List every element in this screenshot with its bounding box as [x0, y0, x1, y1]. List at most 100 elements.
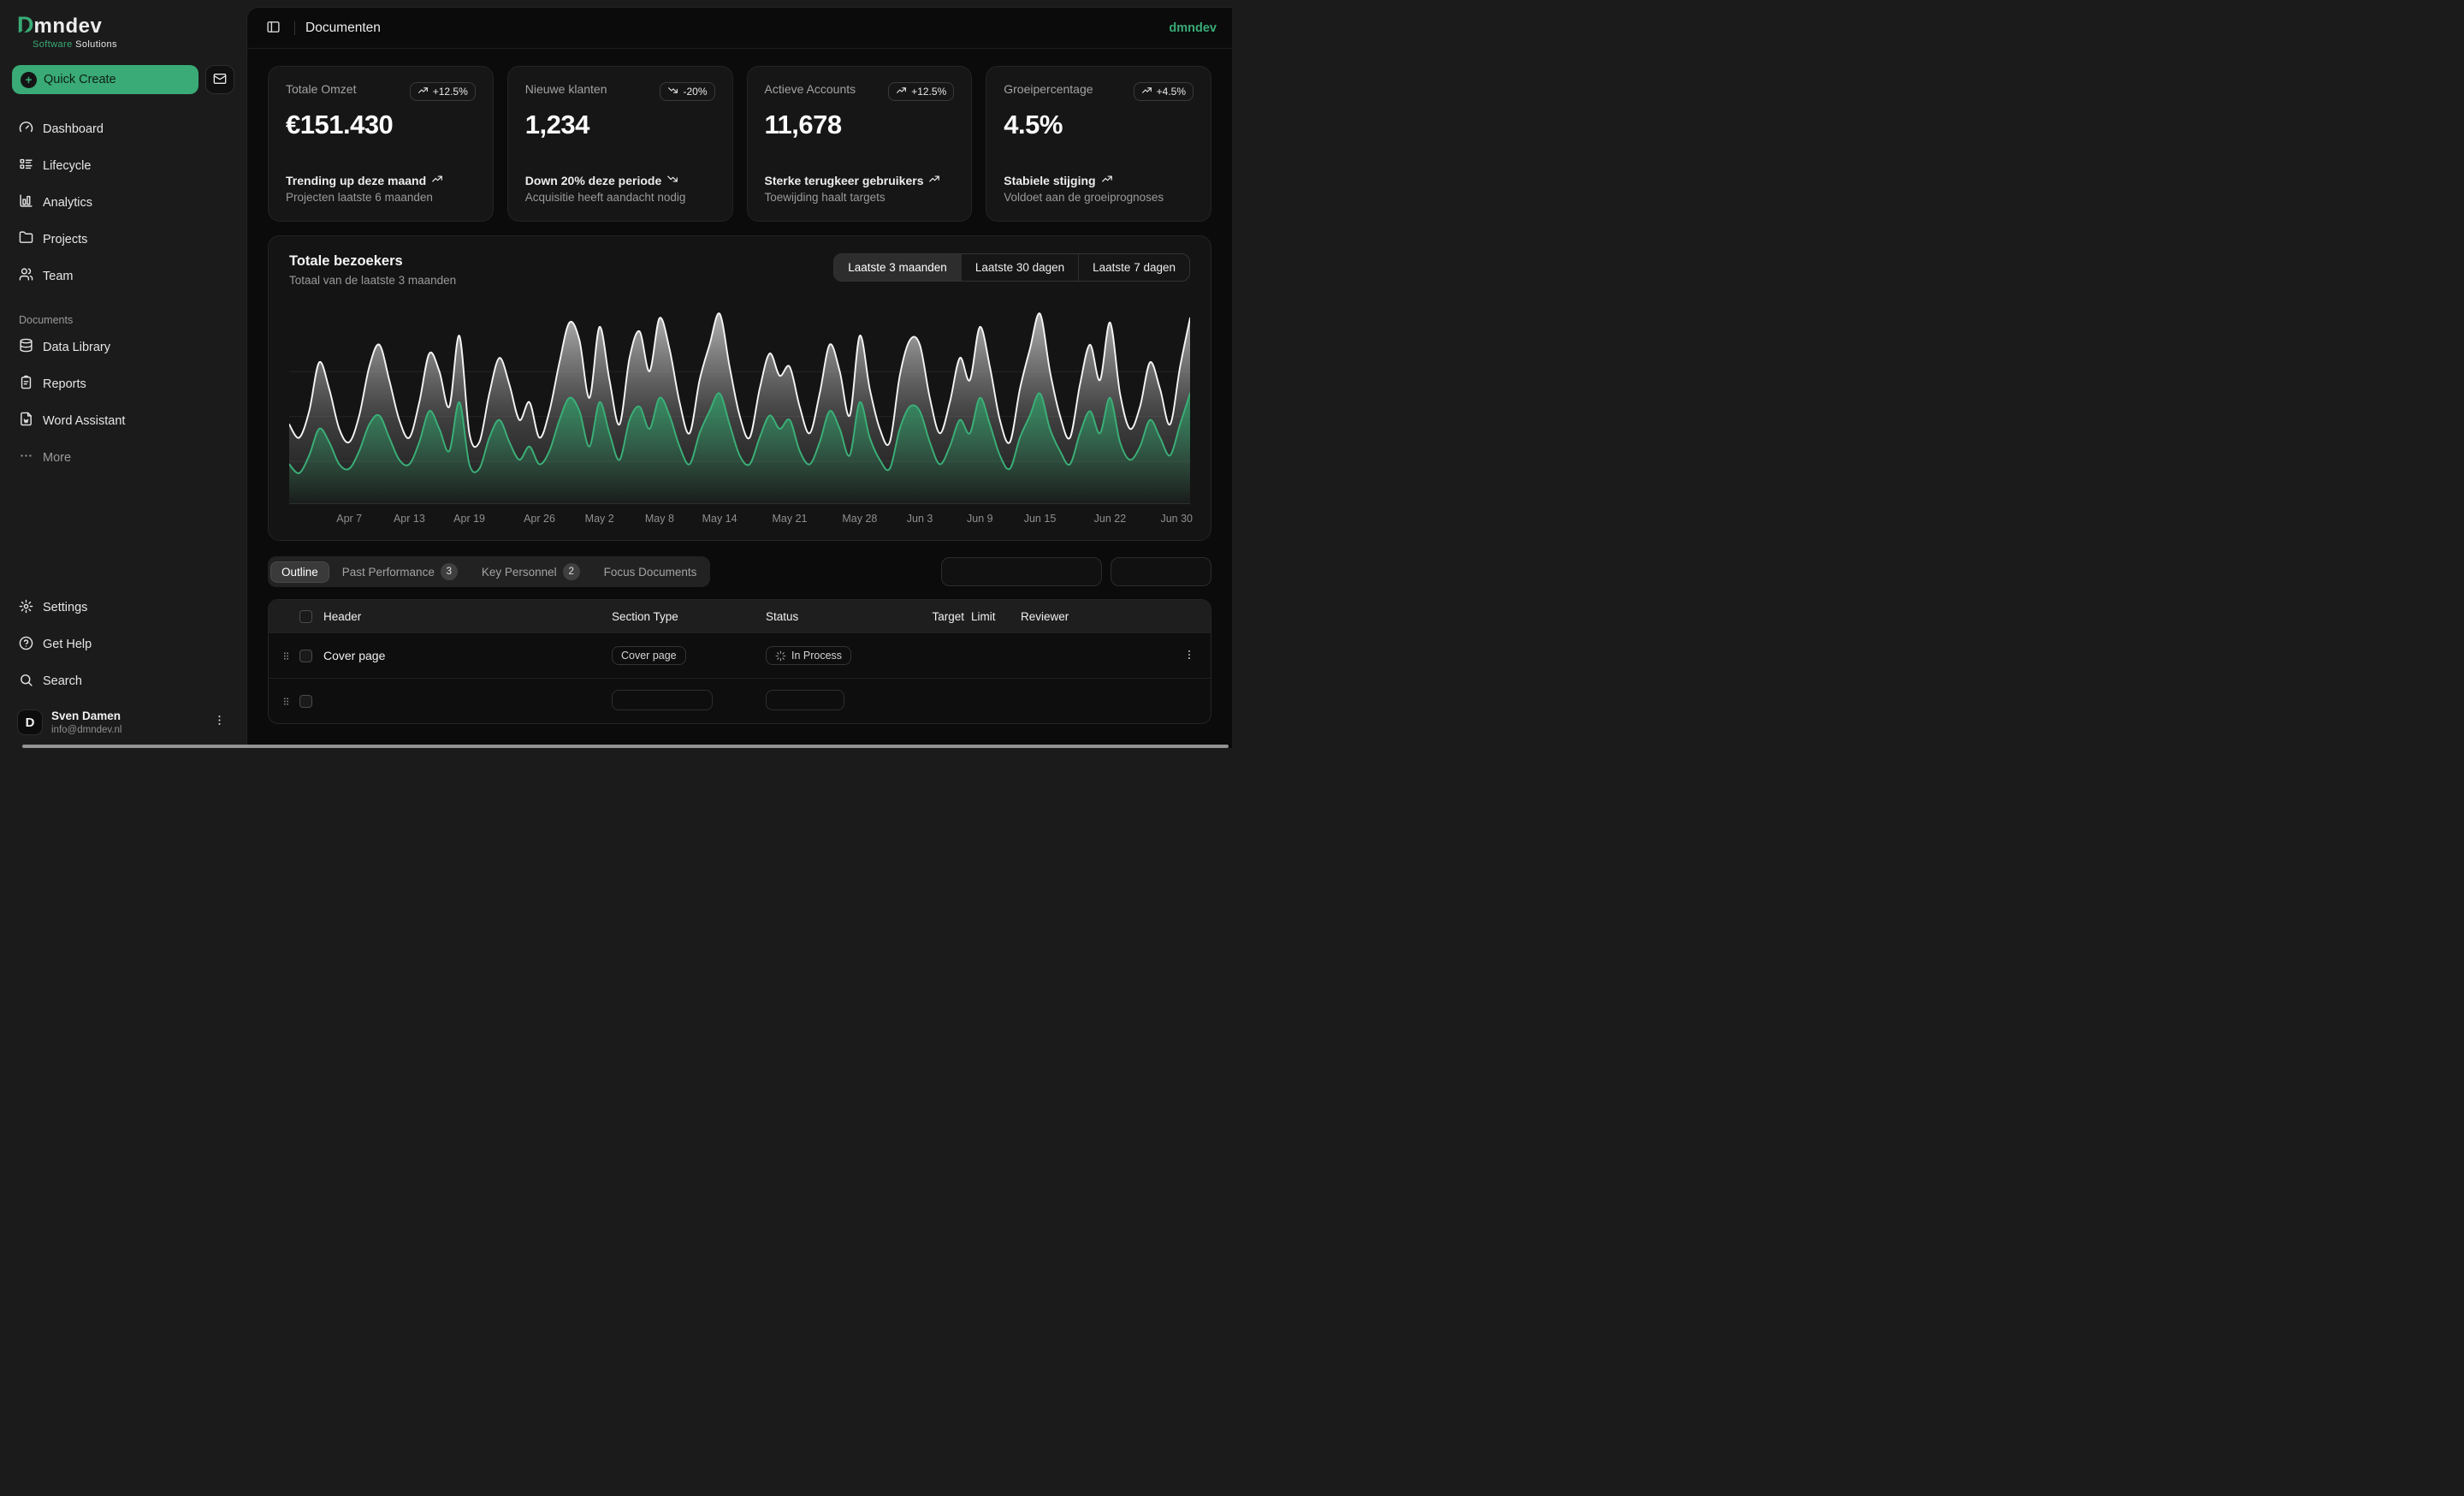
sidebar-toggle-button[interactable]	[263, 16, 284, 40]
sidebar-item-analytics[interactable]: Analytics	[12, 190, 234, 215]
stat-card-nieuwe-klanten: Nieuwe klanten -20% 1,234 Down 20% deze …	[507, 66, 733, 222]
sidebar-item-label: Data Library	[43, 341, 110, 354]
tab-key-personnel[interactable]: Key Personnel 2	[471, 559, 591, 585]
sidebar-item-data-library[interactable]: Data Library	[12, 335, 234, 359]
tab-count-badge: 2	[563, 563, 580, 580]
column-header: Status	[766, 610, 894, 623]
sidebar-item-label: Dashboard	[43, 122, 104, 136]
select-all-checkbox[interactable]	[299, 610, 312, 623]
sidebar-documents-nav: Data Library Reports Word Assistant More	[12, 335, 234, 470]
sidebar-item-label: Settings	[43, 601, 87, 614]
visitors-chart-card: Totale bezoekers Totaal van de laatste 3…	[268, 235, 1211, 541]
x-tick: Jun 9	[967, 513, 993, 525]
table-row-partial	[269, 678, 1211, 723]
user-menu[interactable]: D Sven Damen info@dmndev.nl	[12, 706, 234, 739]
mail-icon	[213, 72, 227, 88]
sidebar-item-more[interactable]: More	[12, 445, 234, 470]
tab-past-performance[interactable]: Past Performance 3	[331, 559, 469, 585]
table-toolbar-button-right[interactable]	[1111, 557, 1211, 586]
gear-icon	[19, 599, 33, 617]
file-word-icon	[19, 412, 33, 430]
status-badge[interactable]	[766, 690, 844, 710]
stat-value: 1,234	[525, 110, 715, 140]
row-header-cell[interactable]: Cover page	[323, 649, 612, 662]
row-checkbox[interactable]	[299, 695, 312, 708]
sidebar-item-label: Word Assistant	[43, 414, 125, 428]
sidebar-item-label: Projects	[43, 233, 87, 246]
sections-table: Header Section Type Status Target Limit …	[268, 599, 1211, 724]
stat-label: Totale Omzet	[286, 82, 356, 96]
mail-button[interactable]	[205, 65, 234, 94]
chart-title: Totale bezoekers	[289, 253, 456, 270]
row-actions-button[interactable]	[1178, 647, 1200, 665]
quick-create-label: Quick Create	[44, 73, 116, 86]
trending-up-icon	[1101, 173, 1113, 187]
sidebar-item-get-help[interactable]: Get Help	[12, 632, 234, 657]
trending-down-icon	[666, 173, 678, 187]
stat-value: 4.5%	[1004, 110, 1194, 140]
sidebar-item-label: Get Help	[43, 638, 92, 651]
avatar: D	[17, 709, 43, 735]
row-checkbox[interactable]	[299, 650, 312, 662]
stat-card-totale-omzet: Totale Omzet +12.5% €151.430 Trending up…	[268, 66, 494, 222]
drag-handle-icon[interactable]	[281, 696, 299, 707]
sidebar-item-settings[interactable]: Settings	[12, 596, 234, 620]
horizontal-scrollbar[interactable]	[22, 745, 1229, 748]
user-name: Sven Damen	[51, 709, 201, 724]
trending-up-icon	[431, 173, 443, 187]
chart-subtitle: Totaal van de laatste 3 maanden	[289, 274, 456, 287]
x-tick: May 14	[702, 513, 737, 525]
table-toolbar-button-left[interactable]	[941, 557, 1102, 586]
status-badge[interactable]: In Process	[766, 646, 851, 665]
ellipsis-vertical-icon[interactable]	[210, 710, 229, 734]
range-option-30-days[interactable]: Laatste 30 dagen	[961, 254, 1078, 281]
trending-up-icon	[418, 85, 429, 98]
stat-card-actieve-accounts: Actieve Accounts +12.5% 11,678 Sterke te…	[747, 66, 973, 222]
tab-focus-documents[interactable]: Focus Documents	[593, 561, 708, 583]
x-axis-ticks: Apr 7 Apr 13 Apr 19 Apr 26 May 2 May 8 M…	[289, 509, 1190, 530]
sidebar-item-reports[interactable]: Reports	[12, 371, 234, 396]
x-tick: May 8	[645, 513, 674, 525]
x-tick: Apr 26	[524, 513, 555, 525]
tab-outline[interactable]: Outline	[270, 561, 329, 583]
x-tick: Jun 30	[1160, 513, 1193, 525]
brand-tagline: Software Solutions	[33, 39, 229, 50]
divider	[294, 21, 295, 35]
brand-name: mndev	[34, 16, 103, 37]
user-email: info@dmndev.nl	[51, 724, 201, 736]
sidebar-item-label: Team	[43, 270, 73, 283]
sidebar-footer-nav: Settings Get Help Search	[12, 596, 234, 694]
area-chart: Apr 7 Apr 13 Apr 19 Apr 26 May 2 May 8 M…	[289, 300, 1190, 530]
x-tick: May 2	[585, 513, 614, 525]
x-tick: Apr 19	[453, 513, 485, 525]
x-tick: Apr 7	[336, 513, 362, 525]
sidebar-item-dashboard[interactable]: Dashboard	[12, 116, 234, 141]
sidebar-item-search[interactable]: Search	[12, 669, 234, 694]
stat-label: Groeipercentage	[1004, 82, 1093, 96]
sidebar-item-label: Analytics	[43, 196, 92, 210]
app-window: Dmndev Software Solutions + Quick Create…	[0, 0, 1232, 748]
sidebar-item-projects[interactable]: Projects	[12, 227, 234, 252]
x-tick: Jun 15	[1024, 513, 1057, 525]
sidebar-item-team[interactable]: Team	[12, 264, 234, 288]
column-header: Limit	[971, 610, 1021, 623]
bar-chart-icon	[19, 193, 33, 211]
range-option-7-days[interactable]: Laatste 7 dagen	[1078, 254, 1189, 281]
x-tick: May 21	[773, 513, 808, 525]
topbar-brand-link[interactable]: dmndev	[1169, 21, 1217, 35]
range-segmented-control: Laatste 3 maanden Laatste 30 dagen Laats…	[833, 253, 1190, 282]
quick-create-button[interactable]: + Quick Create	[12, 65, 198, 94]
section-type-badge[interactable]	[612, 690, 713, 710]
section-tabs: Outline Past Performance 3 Key Personnel…	[268, 556, 710, 587]
gauge-icon	[19, 120, 33, 138]
range-option-3-months[interactable]: Laatste 3 maanden	[834, 254, 961, 281]
drag-handle-icon[interactable]	[281, 650, 299, 662]
x-tick: Jun 3	[907, 513, 933, 525]
trend-badge: -20%	[660, 82, 714, 101]
sidebar-item-word-assistant[interactable]: Word Assistant	[12, 408, 234, 433]
brand-logo: Dmndev Software Solutions	[12, 12, 234, 50]
folder-icon	[19, 230, 33, 248]
trending-up-icon	[928, 173, 940, 187]
section-type-badge[interactable]: Cover page	[612, 646, 686, 665]
sidebar-item-lifecycle[interactable]: Lifecycle	[12, 153, 234, 178]
